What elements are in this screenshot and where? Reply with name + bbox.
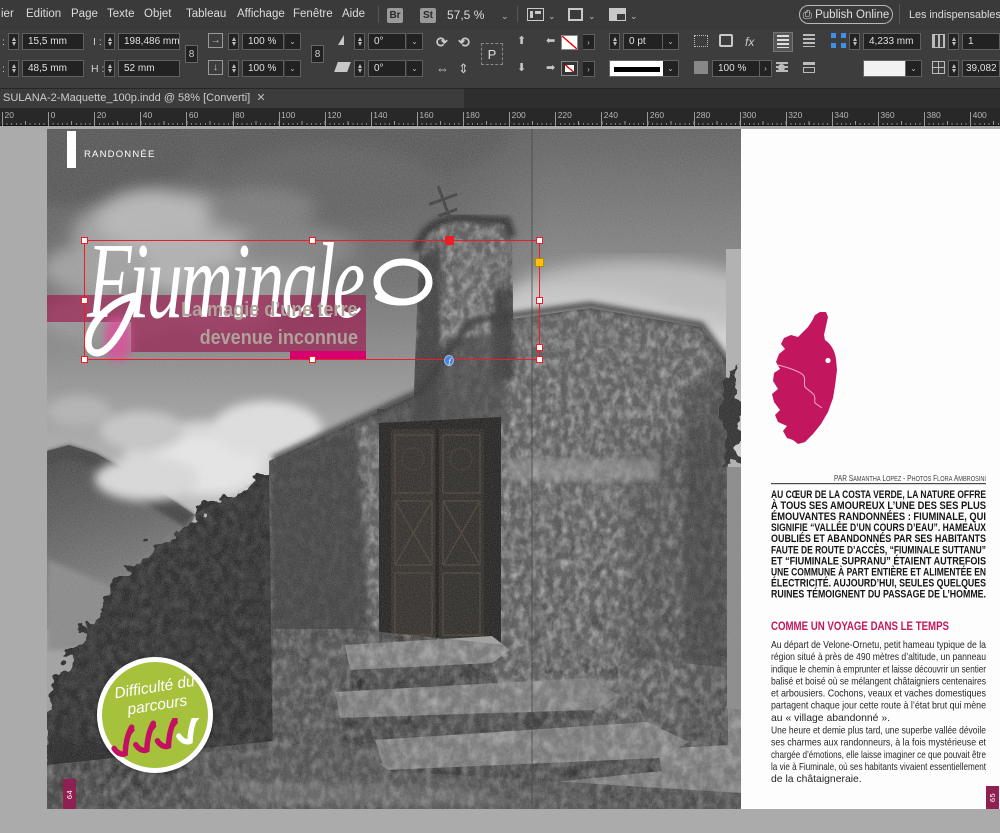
svg-text:OUBLIÉS ET ABANDONNÉS PAR SES: OUBLIÉS ET ABANDONNÉS PAR SES HABITANTS [771, 532, 986, 545]
svg-text:et arbousiers. Cochons, veaux: et arbousiers. Cochons, veaux et vaches … [771, 689, 986, 700]
svg-text:PAR SAMANTHA LOPEZ - PHOTOS FL: PAR SAMANTHA LOPEZ - PHOTOS FLORA AMBROS… [834, 474, 986, 483]
svg-text:RUINES TÉMOIGNENT DU PASSAGE D: RUINES TÉMOIGNENT DU PASSAGE DE L’HOMME. [771, 588, 986, 601]
svg-text:partagent chaque jour cette ro: partagent chaque jour cette route à l’ét… [771, 701, 986, 712]
svg-text:chargée d’émotions, elle laiss: chargée d’émotions, elle laisse imaginer… [771, 750, 986, 761]
svg-text:ÉLECTRICITÉ. AUJOURD’HUI, SEUL: ÉLECTRICITÉ. AUJOURD’HUI, SEULES QUELQUE… [771, 576, 986, 589]
svg-text:balisé et boisé où se mélangen: balisé et boisé où se mélangent châtaign… [771, 676, 986, 687]
svg-text:de la châtaigneraie.: de la châtaigneraie. [771, 774, 862, 785]
svg-text:ses charmes aux randonneurs, à: ses charmes aux randonneurs, à la fois m… [771, 738, 986, 749]
svg-text:indique le chemin à emprunter: indique le chemin à emprunter et laisse … [771, 664, 986, 675]
svg-text:au « village abandonné ».: au « village abandonné ». [771, 713, 890, 724]
svg-text:ET “FIUMINALE SUPRANU” ÉTAIENT: ET “FIUMINALE SUPRANU” ÉTAIENT AUTREFOIS [771, 554, 986, 567]
svg-text:Au départ de Velone-Ornetu, pe: Au départ de Velone-Ornetu, petit hameau… [771, 640, 986, 651]
svg-text:ÉMOUVANTES RANDONNÉES : FIUMIN: ÉMOUVANTES RANDONNÉES : FIUMINALE, QUI [771, 510, 986, 523]
svg-text:la vie à Fiuminale, où ses hab: la vie à Fiuminale, où ses habitants viv… [771, 762, 986, 773]
svg-text:COMME UN VOYAGE DANS LE TEMPS: COMME UN VOYAGE DANS LE TEMPS [771, 620, 949, 633]
svg-text:région situé à près de 490 mèt: région situé à près de 490 mètres d’alti… [771, 652, 986, 663]
svg-text:Une heure et demie plus tard,: Une heure et demie plus tard, une superb… [771, 726, 986, 737]
